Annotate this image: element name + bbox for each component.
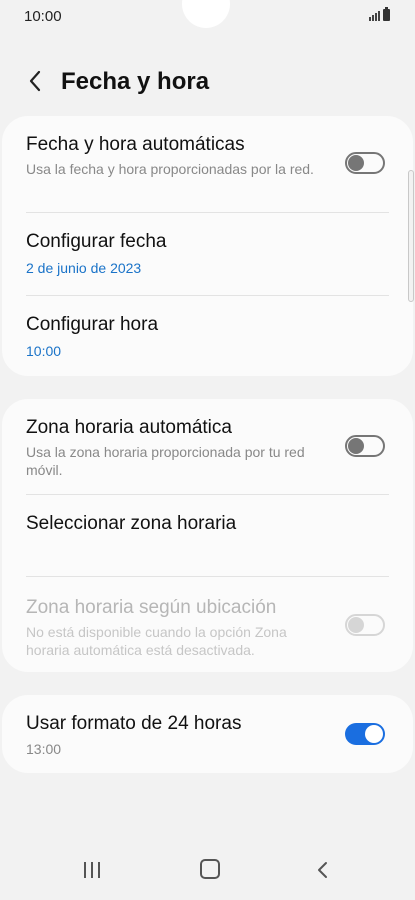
location-timezone-description: No está disponible cuando la opción Zona…: [26, 624, 287, 658]
status-time: 10:00: [24, 8, 62, 25]
auto-timezone-description: Usa la zona horaria proporcionada por tu…: [26, 444, 305, 478]
home-button[interactable]: [200, 859, 220, 879]
page-title: Fecha y hora: [61, 68, 210, 95]
recent-apps-button[interactable]: [84, 862, 100, 878]
signal-icon: [369, 9, 380, 21]
battery-icon: [383, 7, 390, 21]
status-bar: 10:00: [0, 0, 415, 32]
location-timezone-switch: [345, 614, 385, 636]
format24-example: 13:00: [26, 741, 62, 757]
scrollbar[interactable]: [408, 170, 414, 302]
select-timezone-row[interactable]: Seleccionar zona horaria: [2, 495, 413, 575]
back-button[interactable]: [22, 66, 48, 96]
chevron-left-icon: [29, 70, 41, 92]
select-timezone-label: Seleccionar zona horaria: [26, 513, 237, 534]
system-icons: [369, 7, 390, 21]
location-timezone-row: Zona horaria según ubicación No está dis…: [2, 577, 413, 672]
auto-datetime-description: Usa la fecha y hora proporcionadas por l…: [26, 161, 314, 177]
auto-timezone-label: Zona horaria automática: [26, 417, 232, 438]
datetime-card: Fecha y hora automáticas Usa la fecha y …: [2, 116, 413, 376]
app-header: Fecha y hora: [0, 58, 415, 104]
set-time-label: Configurar hora: [26, 314, 159, 335]
nav-back-icon[interactable]: [316, 859, 330, 881]
auto-timezone-switch[interactable]: [345, 435, 385, 457]
format24-switch[interactable]: [345, 723, 385, 745]
navigation-bar: [0, 846, 415, 900]
auto-datetime-row[interactable]: Fecha y hora automáticas Usa la fecha y …: [2, 116, 413, 212]
set-time-row[interactable]: Configurar hora 10:00: [2, 296, 413, 376]
set-date-row[interactable]: Configurar fecha 2 de junio de 2023: [2, 213, 413, 295]
set-date-label: Configurar fecha: [26, 231, 167, 252]
location-timezone-label: Zona horaria según ubicación: [26, 597, 277, 618]
format24-row[interactable]: Usar formato de 24 horas 13:00: [2, 695, 413, 773]
timezone-card: Zona horaria automática Usa la zona hora…: [2, 399, 413, 672]
format-card: Usar formato de 24 horas 13:00: [2, 695, 413, 773]
set-time-value: 10:00: [26, 343, 62, 359]
format24-label: Usar formato de 24 horas: [26, 713, 242, 734]
camera-notch: [182, 0, 230, 28]
auto-datetime-label: Fecha y hora automáticas: [26, 134, 245, 155]
set-date-value: 2 de junio de 2023: [26, 260, 142, 276]
auto-datetime-switch[interactable]: [345, 152, 385, 174]
auto-timezone-row[interactable]: Zona horaria automática Usa la zona hora…: [2, 399, 413, 494]
